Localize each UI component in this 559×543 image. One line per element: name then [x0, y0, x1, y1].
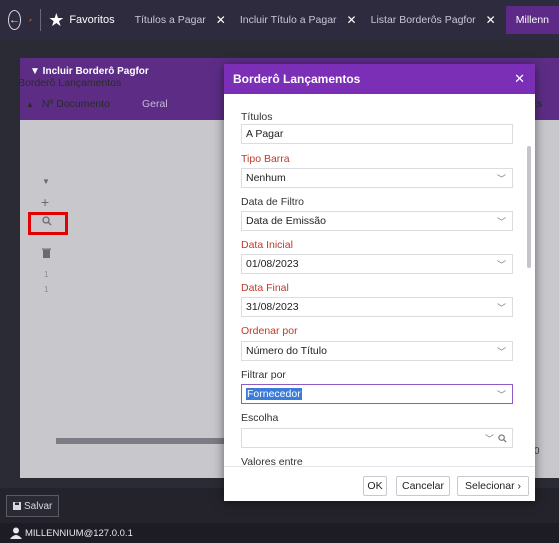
chevron-down-icon: ﹀ — [496, 260, 506, 270]
user-label: MILLENNIUM@127.0.0.1 — [25, 527, 133, 539]
data-inicial-label: Data Inicial — [241, 239, 293, 251]
data-final-field[interactable]: 31/08/2023 ﹀ — [241, 297, 513, 317]
filtrar-por-select[interactable]: Fornecedor ﹀ — [241, 384, 513, 404]
data-final-value: 31/08/2023 — [246, 301, 299, 313]
chevron-down-icon: ﹀ — [496, 217, 506, 227]
data-inicial-field[interactable]: 01/08/2023 ﹀ — [241, 254, 513, 274]
titulos-value: A Pagar — [246, 128, 284, 140]
tab-label: Listar Borderôs Pagfor — [370, 14, 476, 26]
titulos-field[interactable]: A Pagar — [241, 124, 513, 144]
caret-down-icon[interactable]: ▼ — [42, 177, 50, 186]
chevron-down-icon: ﹀ — [496, 303, 506, 313]
back-arrow-icon[interactable]: ← — [8, 10, 21, 30]
close-icon[interactable]: ✕ — [347, 13, 357, 27]
dialog-footer: OK Cancelar Selecionar › — [224, 466, 535, 501]
data-final-label: Data Final — [241, 282, 289, 294]
grid-title: Borderô Lançamentos — [18, 77, 122, 89]
top-nav-bar: ← ★ Favoritos Títulos a Pagar ✕ Incluir … — [0, 0, 559, 40]
filtrar-por-value: Fornecedor — [246, 388, 302, 400]
grid-column-header[interactable]: ▲ Nº Documento — [26, 98, 110, 110]
tipo-barra-label: Tipo Barra — [241, 153, 290, 165]
close-icon[interactable]: ✕ — [486, 13, 496, 27]
filtrar-por-label: Filtrar por — [241, 369, 286, 381]
chevron-down-icon: ﹀ — [496, 390, 506, 400]
tab-label: Incluir Título a Pagar — [239, 14, 337, 26]
data-filtro-select[interactable]: Data de Emissão ﹀ — [241, 211, 513, 231]
chevron-down-icon[interactable]: ﹀ — [485, 432, 494, 445]
favorites-label: Favoritos — [69, 14, 115, 26]
tab-label: Millenn — [515, 14, 549, 26]
dialog-bordero-lancamentos: Borderô Lançamentos ✕ Títulos A Pagar Ti… — [224, 64, 535, 501]
select-button[interactable]: Selecionar › — [457, 476, 529, 496]
save-button[interactable]: Salvar — [6, 495, 60, 517]
data-filtro-label: Data de Filtro — [241, 196, 305, 208]
save-icon — [13, 502, 21, 510]
column-label: Nº Documento — [41, 98, 110, 110]
close-icon[interactable]: ✕ — [514, 71, 525, 87]
ordenar-por-value: Número do Título — [246, 345, 327, 357]
tipo-barra-select[interactable]: Nenhum ﹀ — [241, 168, 513, 188]
row-number: 1 — [44, 270, 49, 279]
cancel-button[interactable]: Cancelar — [396, 476, 450, 496]
plus-icon[interactable]: + — [41, 194, 49, 210]
escolha-label: Escolha — [241, 412, 279, 424]
dialog-title: Borderô Lançamentos — [233, 72, 361, 86]
tab-millennium-active[interactable]: Millenn — [505, 6, 559, 34]
vertical-scrollbar[interactable] — [527, 146, 531, 268]
user-icon — [10, 527, 22, 539]
chevron-down-icon: ﹀ — [496, 347, 506, 357]
form-title[interactable]: ▼ Incluir Borderô Pagfor — [30, 66, 149, 77]
valores-entre-label: Valores entre — [241, 456, 303, 466]
tipo-barra-value: Nenhum — [246, 172, 286, 184]
data-inicial-value: 01/08/2023 — [246, 258, 299, 270]
sort-up-icon: ▲ — [26, 100, 34, 109]
favorites-button[interactable]: ★ Favoritos — [48, 11, 114, 29]
row-number: 1 — [44, 285, 49, 294]
ordenar-por-label: Ordenar por — [241, 325, 298, 337]
chevron-down-icon: ﹀ — [496, 174, 506, 184]
dialog-body: Títulos A Pagar Tipo Barra Nenhum ﹀ Data… — [224, 94, 535, 466]
tab-geral[interactable]: Geral — [142, 98, 168, 110]
close-icon[interactable]: ✕ — [216, 13, 226, 27]
status-bar: MILLENNIUM@127.0.0.1 — [0, 523, 559, 543]
data-filtro-value: Data de Emissão — [246, 215, 326, 227]
tab-listar-borderos-pagfor[interactable]: Listar Borderôs Pagfor ✕ — [371, 13, 496, 27]
ordenar-por-select[interactable]: Número do Título ﹀ — [241, 341, 513, 361]
titulos-label: Títulos — [241, 111, 273, 123]
dialog-header: Borderô Lançamentos ✕ — [224, 64, 535, 94]
search-icon[interactable] — [498, 434, 507, 443]
star-icon: ★ — [48, 10, 65, 30]
millennium-logo-icon — [29, 18, 32, 22]
tab-incluir-titulo-a-pagar[interactable]: Incluir Título a Pagar ✕ — [240, 13, 357, 27]
escolha-field[interactable]: ﹀ — [241, 428, 513, 448]
ok-button[interactable]: OK — [363, 476, 387, 496]
trash-icon[interactable] — [42, 248, 51, 261]
tab-titulos-a-pagar[interactable]: Títulos a Pagar ✕ — [135, 13, 226, 27]
horizontal-scrollbar[interactable] — [56, 438, 226, 444]
tab-label: Títulos a Pagar — [134, 14, 206, 26]
save-label: Salvar — [24, 500, 53, 512]
search-button-highlight — [28, 212, 68, 235]
